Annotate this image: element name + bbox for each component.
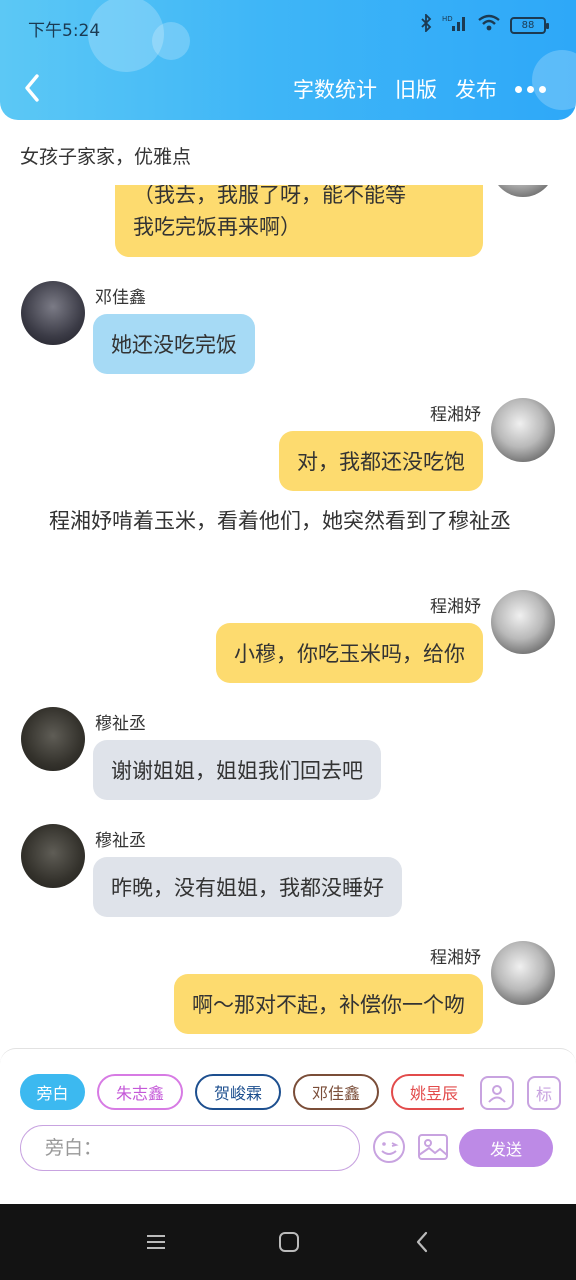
chat-bubble[interactable]: 小穆，你吃玉米吗，给你	[216, 623, 483, 683]
status-icons: HD 88	[420, 12, 549, 36]
avatar[interactable]	[21, 707, 85, 771]
more-icon[interactable]	[515, 85, 546, 93]
status-time: 下午5:24	[28, 21, 101, 41]
role-chip[interactable]: 朱志鑫	[97, 1074, 183, 1110]
avatar[interactable]	[491, 185, 555, 197]
old-version-button[interactable]: 旧版	[395, 74, 437, 104]
story-subtitle: 女孩子家家，优雅点	[20, 146, 192, 168]
svg-text:HD: HD	[442, 15, 453, 23]
chat-bubble[interactable]: 谢谢姐姐，姐姐我们回去吧	[93, 740, 381, 800]
word-count-button[interactable]: 字数统计	[293, 74, 377, 104]
chevron-left-icon	[25, 74, 39, 102]
avatar[interactable]	[491, 590, 555, 654]
header-actions: 字数统计 旧版 发布	[293, 74, 546, 104]
role-chip-narrator[interactable]: 旁白	[20, 1074, 85, 1110]
narration-text: 程湘妤啃着玉米，看着他们，她突然看到了穆祉丞	[28, 509, 511, 533]
tag-button[interactable]: 标	[527, 1076, 561, 1110]
role-selector: 旁白 朱志鑫 贺峻霖 邓佳鑫 姚昱辰	[20, 1074, 464, 1112]
message-text-line: 我吃完饭再来啊）	[133, 215, 301, 239]
publish-button[interactable]: 发布	[455, 74, 497, 104]
send-button[interactable]: 发送	[459, 1129, 553, 1167]
speaker-name: 程湘妤	[430, 597, 481, 617]
avatar[interactable]	[491, 398, 555, 462]
bluetooth-icon	[420, 12, 432, 36]
battery-icon: 88	[510, 16, 549, 34]
home-icon[interactable]	[277, 1230, 301, 1254]
chat-area[interactable]: （我去，我服了呀，能不能等 我吃完饭再来啊） 邓佳鑫 她还没吃完饭 程湘妤 对，…	[0, 185, 576, 1045]
chat-screen: 下午5:24 HD 88 字数统计 旧版 发布 女孩子家家，优雅点 （我去，我服…	[0, 0, 576, 1280]
input-panel: 旁白 朱志鑫 贺峻霖 邓佳鑫 姚昱辰 标 发送	[0, 1048, 576, 1204]
chat-bubble[interactable]: （我去，我服了呀，能不能等 我吃完饭再来啊）	[115, 185, 483, 257]
speaker-name: 穆祉丞	[95, 714, 146, 734]
message-input[interactable]	[45, 1137, 335, 1159]
chat-bubble[interactable]: 啊～那对不起，补偿你一个吻	[174, 974, 483, 1034]
chat-bubble[interactable]: 昨晚，没有姐姐，我都没睡好	[93, 857, 402, 917]
speaker-name: 程湘妤	[430, 405, 481, 425]
avatar[interactable]	[21, 824, 85, 888]
wifi-icon	[478, 14, 500, 36]
chat-bubble[interactable]: 她还没吃完饭	[93, 314, 255, 374]
role-chip[interactable]: 姚昱辰	[391, 1074, 464, 1110]
message-input-wrapper[interactable]	[20, 1125, 360, 1171]
back-nav-icon[interactable]	[410, 1230, 434, 1254]
menu-icon[interactable]	[144, 1230, 168, 1254]
role-chip[interactable]: 邓佳鑫	[293, 1074, 379, 1110]
signal-icon: HD	[442, 14, 468, 36]
image-icon[interactable]	[416, 1130, 450, 1164]
back-button[interactable]	[18, 70, 46, 106]
avatar[interactable]	[21, 281, 85, 345]
speaker-name: 穆祉丞	[95, 831, 146, 851]
chat-bubble[interactable]: 对，我都还没吃饱	[279, 431, 483, 491]
emoji-icon[interactable]	[371, 1129, 407, 1165]
app-header: 下午5:24 HD 88 字数统计 旧版 发布	[0, 0, 576, 120]
speaker-name: 程湘妤	[430, 948, 481, 968]
system-nav-bar	[0, 1204, 576, 1280]
person-icon[interactable]	[480, 1076, 514, 1110]
speaker-name: 邓佳鑫	[95, 288, 146, 308]
avatar[interactable]	[491, 941, 555, 1005]
role-chip[interactable]: 贺峻霖	[195, 1074, 281, 1110]
message-text-line: （我去，我服了呀，能不能等	[133, 185, 406, 207]
